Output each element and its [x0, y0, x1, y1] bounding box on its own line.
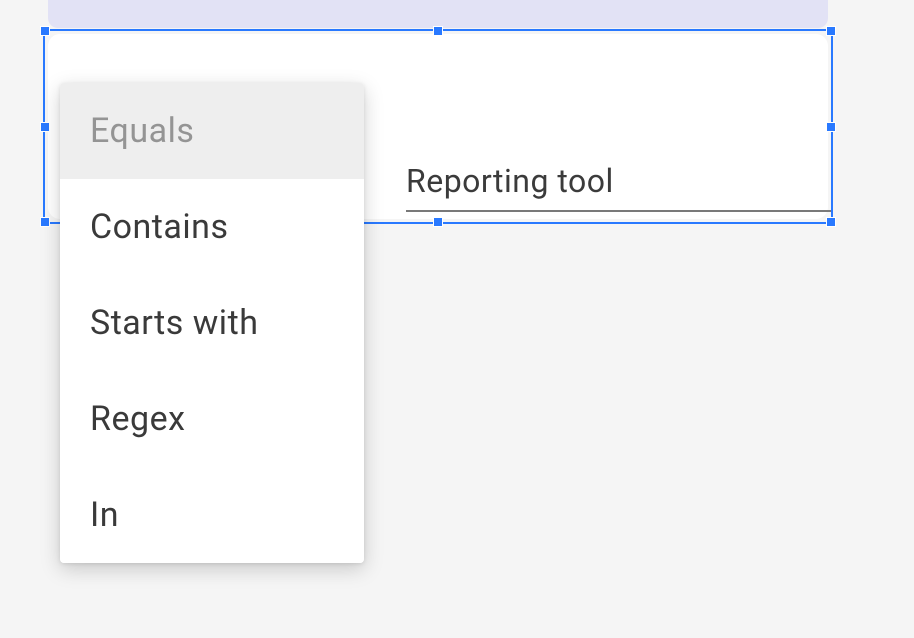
- resize-handle-ne[interactable]: [826, 26, 836, 36]
- resize-handle-se[interactable]: [826, 217, 836, 227]
- resize-handle-nw[interactable]: [40, 26, 50, 36]
- dropdown-option-starts-with[interactable]: Starts with: [60, 275, 364, 371]
- dropdown-option-regex[interactable]: Regex: [60, 371, 364, 467]
- adjacent-panel: [48, 0, 828, 28]
- resize-handle-sw[interactable]: [40, 217, 50, 227]
- dropdown-option-in[interactable]: In: [60, 467, 364, 563]
- dropdown-option-contains[interactable]: Contains: [60, 179, 364, 275]
- value-input[interactable]: Reporting tool: [406, 162, 833, 212]
- operator-dropdown[interactable]: Equals Contains Starts with Regex In: [60, 83, 364, 563]
- dropdown-option-equals[interactable]: Equals: [60, 83, 364, 179]
